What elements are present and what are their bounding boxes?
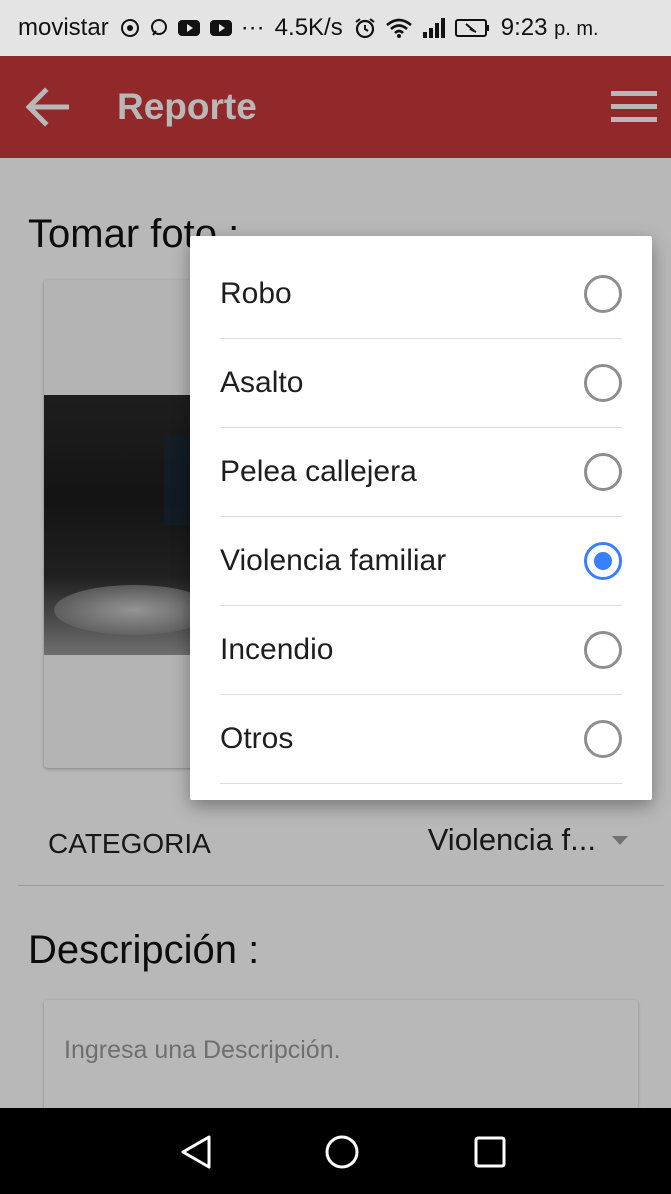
alarm-icon [353,16,377,40]
option-label: Pelea callejera [220,455,417,488]
option-pelea-callejera[interactable]: Pelea callejera [220,428,622,517]
signal-icon [421,17,447,39]
carrier-name: movistar [18,14,109,41]
radio-unchecked-icon[interactable] [584,364,622,402]
network-speed: 4.5K/s [274,14,343,41]
hotspot-icon [119,17,141,39]
option-otros[interactable]: Otros [220,695,622,784]
radio-unchecked-icon[interactable] [584,275,622,313]
navigation-bar [0,1108,671,1194]
option-robo[interactable]: Robo [220,250,622,339]
clock: 9:23 p. m. [501,14,599,42]
option-asalto[interactable]: Asalto [220,339,622,428]
youtube-icon-2 [209,19,233,37]
option-label: Incendio [220,633,334,666]
more-notifications-icon: ··· [240,14,265,41]
chat-icon [149,18,169,38]
nav-recents-button[interactable] [470,1132,510,1172]
clock-time: 9:23 [500,14,548,41]
radio-checked-icon[interactable] [584,542,622,580]
nav-back-button[interactable] [176,1132,216,1172]
option-incendio[interactable]: Incendio [220,606,622,695]
back-triangle-icon [181,1135,211,1169]
status-bar: movistar ··· 4.5K/s 9:23 p. m. [0,0,671,56]
radio-unchecked-icon[interactable] [584,720,622,758]
youtube-icon [177,19,201,37]
radio-unchecked-icon[interactable] [584,453,622,491]
wifi-icon [385,17,413,39]
clock-ampm: p. m. [554,18,599,40]
option-label: Violencia familiar [220,544,447,577]
battery-charging-icon [454,17,491,39]
home-circle-icon [325,1135,359,1169]
option-label: Asalto [220,366,304,399]
nav-home-button[interactable] [322,1132,362,1172]
screen: movistar ··· 4.5K/s 9:23 p. m. Reporte T… [0,0,671,1194]
option-label: Otros [220,722,294,755]
recents-square-icon [474,1136,506,1168]
category-dialog: Robo Asalto Pelea callejera Violencia fa… [190,236,652,800]
radio-unchecked-icon[interactable] [584,631,622,669]
option-violencia-familiar[interactable]: Violencia familiar [220,517,622,606]
option-label: Robo [220,277,292,310]
